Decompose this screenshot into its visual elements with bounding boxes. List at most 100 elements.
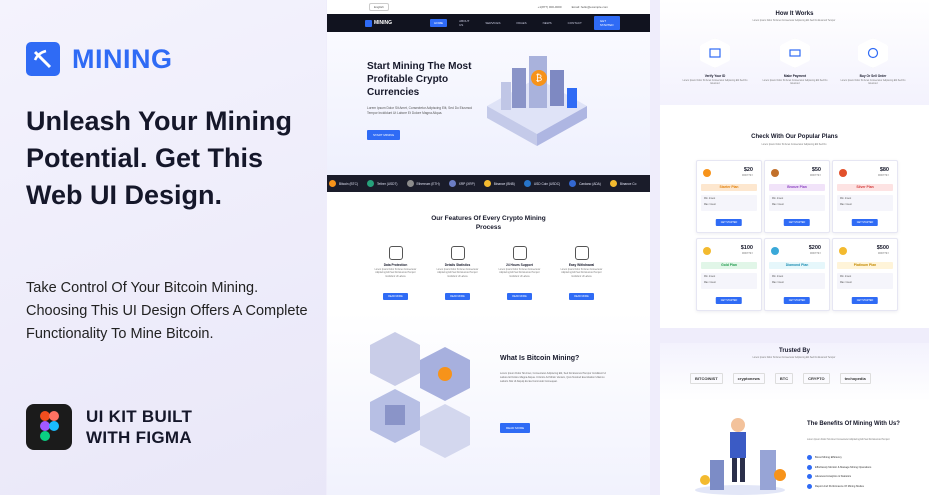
ticker-item[interactable]: Binance (BNB) xyxy=(483,180,515,187)
plan-name: Silver Plan xyxy=(837,184,893,191)
coin-icon xyxy=(703,247,711,255)
benefits-text: Lorem Ipsum Dolor Sit Amet Consectetur A… xyxy=(807,439,890,441)
read-more-button[interactable]: READ MORE xyxy=(569,292,594,300)
figma-icon xyxy=(26,404,72,450)
plans-subtitle: Lorem Ipsum Dolor Sit Amet Consectetur A… xyxy=(761,144,827,146)
plan-details: Min. Invest Max. Invest xyxy=(837,195,893,211)
plan-details: Min. Invest Max. Invest xyxy=(837,273,893,289)
feature-card: Data Protection Lorem Ipsum Dolor Sit Ame… xyxy=(371,246,421,302)
plan-get-started-button[interactable]: GET STARTED xyxy=(715,297,743,304)
plan-card: $500 MONTHLY Platinum Plan Min. Invest Max. … xyxy=(832,238,898,311)
plan-get-started-button[interactable]: GET STARTED xyxy=(783,219,811,226)
promo-panel: MINING Unleash Your Mining Potential. Ge… xyxy=(0,0,326,495)
miner-illustration xyxy=(695,418,786,495)
read-more-button[interactable]: READ MORE xyxy=(445,292,470,300)
get-started-button[interactable]: GET STARTED xyxy=(593,16,620,30)
ticker-item[interactable]: Binance Co xyxy=(609,180,636,187)
feature-name: 24 Hours Support xyxy=(506,263,533,267)
nav-about[interactable]: ABOUT US xyxy=(455,17,473,29)
ticker-item[interactable]: Bitcoin (BTC) xyxy=(329,180,358,187)
plan-price: $200 xyxy=(808,245,821,251)
step-card: Make Payment Lorem Ipsum Dolor Sit Amet C… xyxy=(760,38,830,87)
plan-price: $80 xyxy=(879,167,889,173)
ticker-item[interactable]: XRP (XRP) xyxy=(448,180,475,187)
about-title: What Is Bitcoin Mining? xyxy=(500,355,580,362)
feature-text: Lorem Ipsum Dolor Sit Amet Consectetur A… xyxy=(436,269,479,278)
feature-name: Data Protection xyxy=(383,263,408,267)
headline: Unleash Your Mining Potential. Get This … xyxy=(26,106,293,210)
benefits-title: The Benefits Of Mining With Us? xyxy=(807,421,900,427)
plan-get-started-button[interactable]: GET STARTED xyxy=(851,297,879,304)
nav-pages[interactable]: PAGES xyxy=(512,19,530,27)
feature-name: Easy Withdrawal xyxy=(568,263,595,267)
isometric-mining-illustration: ₿ xyxy=(487,56,587,146)
withdrawal-icon xyxy=(574,246,589,260)
ticker-item[interactable]: Ethereum (ETH) xyxy=(406,180,440,187)
coin-icon xyxy=(839,247,847,255)
plan-get-started-button[interactable]: GET STARTED xyxy=(851,219,879,226)
hexagon-mining-images xyxy=(370,332,470,458)
check-icon xyxy=(807,474,812,480)
step-card: Verify Your ID Lorem Ipsum Dolor Sit Amet… xyxy=(680,38,750,87)
landing-mockup: English +1(877) 000-0000 Email: hello@ex… xyxy=(327,0,650,495)
nav-services[interactable]: SERVICES xyxy=(481,19,504,27)
read-more-button[interactable]: READ MORE xyxy=(383,292,408,300)
nav-logo[interactable]: MINING xyxy=(365,19,392,27)
coin-icon xyxy=(839,169,847,177)
how-it-works-subtitle: Lorem Ipsum Dolor Sit Amet Consectetur A… xyxy=(752,20,836,22)
figma-line-1: UI KIT BUILT xyxy=(86,407,193,426)
step-text: Lorem Ipsum Dolor Sit Amet Consectetur A… xyxy=(840,80,906,86)
ticker-item[interactable]: USD Coin (USDC) xyxy=(523,180,560,187)
step-text: Lorem Ipsum Dolor Sit Amet Consectetur A… xyxy=(682,80,748,86)
about-section: What Is Bitcoin Mining? Lorem Ipsum Dolo… xyxy=(327,312,650,495)
feature-card: 24 Hours Support Lorem Ipsum Dolor Sit Am… xyxy=(495,246,545,302)
support-icon xyxy=(512,246,527,260)
plans-title: Check With Our Popular Plans xyxy=(751,134,838,140)
plan-period: MONTHLY xyxy=(741,253,753,255)
check-icon xyxy=(807,483,812,489)
plan-details: Min. Invest Max. Invest xyxy=(769,273,825,289)
coin-icon xyxy=(406,180,414,187)
ticker-item[interactable]: Tether (USDT) xyxy=(366,180,398,187)
feature-card: Easy Withdrawal Lorem Ipsum Dolor Sit Ame… xyxy=(557,246,607,302)
navbar: MINING HOME ABOUT US SERVICES PAGES NEWS… xyxy=(327,14,650,32)
plan-name: Diamond Plan xyxy=(769,262,825,269)
partner-logo: BITCOINIST xyxy=(690,373,723,384)
step-card: Buy Or Sell Order Lorem Ipsum Dolor Sit A… xyxy=(838,38,908,87)
plan-row-label: Max. Invest xyxy=(704,203,716,206)
coin-icon xyxy=(771,169,779,177)
plan-period: MONTHLY xyxy=(877,253,889,255)
check-icon xyxy=(807,455,812,461)
plan-card: $200 MONTHLY Diamond Plan Min. Invest Max. I… xyxy=(764,238,830,311)
plan-period: MONTHLY xyxy=(809,253,821,255)
plan-price: $20 xyxy=(743,167,753,173)
plan-get-started-button[interactable]: GET STARTED xyxy=(783,297,811,304)
feature-card: Details Statistics Lorem Ipsum Dolor Sit … xyxy=(433,246,483,302)
plan-get-started-button[interactable]: GET STARTED xyxy=(715,219,743,226)
coin-icon xyxy=(483,180,491,187)
coin-icon xyxy=(569,180,577,187)
plan-row-label: Max. Invest xyxy=(772,203,784,206)
figma-line-2: WITH FIGMA xyxy=(86,428,192,447)
features-title: Our Features Of Every Crypto Mining Proc… xyxy=(431,215,546,231)
plan-row-label: Max. Invest xyxy=(772,281,784,284)
about-read-more-button[interactable]: READ MORE xyxy=(500,423,531,433)
plan-row-label: Max. Invest xyxy=(704,281,716,284)
hero-title: Start Mining The Most Profitable Crypto … xyxy=(367,61,472,98)
plan-period: MONTHLY xyxy=(809,175,821,177)
language-select[interactable]: English xyxy=(369,3,389,11)
partner-logos: BITCOINIST cryptonews BTC CRYPTO techope… xyxy=(690,373,910,384)
partner-logo: cryptonews xyxy=(732,373,765,384)
plan-card: $20 MONTHLY Starter Plan Min. Invest Max. In… xyxy=(696,160,762,233)
start-mining-button[interactable]: START MINING xyxy=(367,130,401,140)
ticker-item[interactable]: Cardano (ADA) xyxy=(569,180,601,187)
nav-news[interactable]: NEWS xyxy=(539,19,556,27)
coin-icon xyxy=(609,180,617,187)
read-more-button[interactable]: READ MORE xyxy=(507,292,532,300)
benefit-item: Advanced Analytics & Statistics xyxy=(807,472,917,482)
plan-price: $50 xyxy=(811,167,821,173)
nav-contact[interactable]: CONTACT xyxy=(564,19,586,27)
nav-home[interactable]: HOME xyxy=(430,19,448,27)
plan-card: $100 MONTHLY Gold Plan Min. Invest Max. Inve… xyxy=(696,238,762,311)
id-card-icon xyxy=(700,38,730,68)
